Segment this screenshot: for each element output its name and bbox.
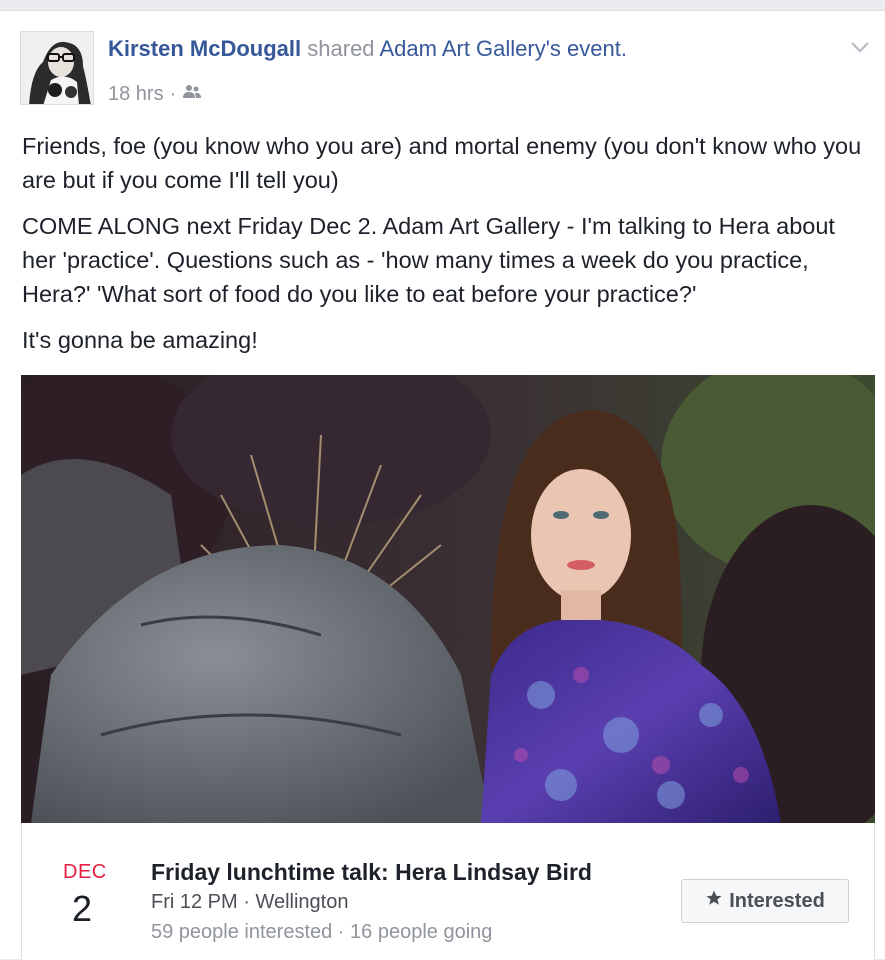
post-paragraph: COME ALONG next Friday Dec 2. Adam Art G… <box>22 213 835 307</box>
post-header: Kirsten McDougall shared Adam Art Galler… <box>108 35 627 63</box>
chevron-down-icon[interactable] <box>849 39 871 55</box>
event-cover-photo[interactable] <box>21 375 875 823</box>
friends-icon[interactable] <box>182 81 202 107</box>
post-timestamp[interactable]: 18 hrs <box>108 81 164 107</box>
star-icon <box>705 889 723 913</box>
interested-button[interactable]: Interested <box>681 879 849 923</box>
event-time-location: Fri 12 PM · Wellington <box>151 891 349 913</box>
event-title-link[interactable]: Friday lunchtime talk: Hera Lindsay Bird <box>151 859 592 886</box>
post-paragraph: It's gonna be amazing! <box>22 327 258 353</box>
interested-button-label: Interested <box>729 889 825 912</box>
feed-post: Kirsten McDougall shared Adam Art Galler… <box>0 10 885 960</box>
shared-page-link[interactable]: Adam Art Gallery <box>379 36 545 61</box>
event-date-month: DEC <box>63 861 107 883</box>
post-message: Friends, foe (you know who you are) and … <box>22 129 872 369</box>
author-avatar[interactable] <box>20 31 94 105</box>
meta-separator: · <box>169 83 177 105</box>
event-photo-image <box>21 375 875 823</box>
post-action-text: shared <box>307 36 375 61</box>
post-meta: 18 hrs · <box>108 81 202 107</box>
author-name-link[interactable]: Kirsten McDougall <box>108 36 301 61</box>
event-date-day: 2 <box>72 888 93 929</box>
shared-event-link[interactable]: 's event. <box>546 36 627 61</box>
avatar-image <box>21 32 93 104</box>
event-stats[interactable]: 59 people interested · 16 people going <box>151 921 492 944</box>
post-paragraph: Friends, foe (you know who you are) and … <box>22 133 862 193</box>
event-attachment[interactable]: DEC 2 Friday lunchtime talk: Hera Lindsa… <box>21 823 875 960</box>
